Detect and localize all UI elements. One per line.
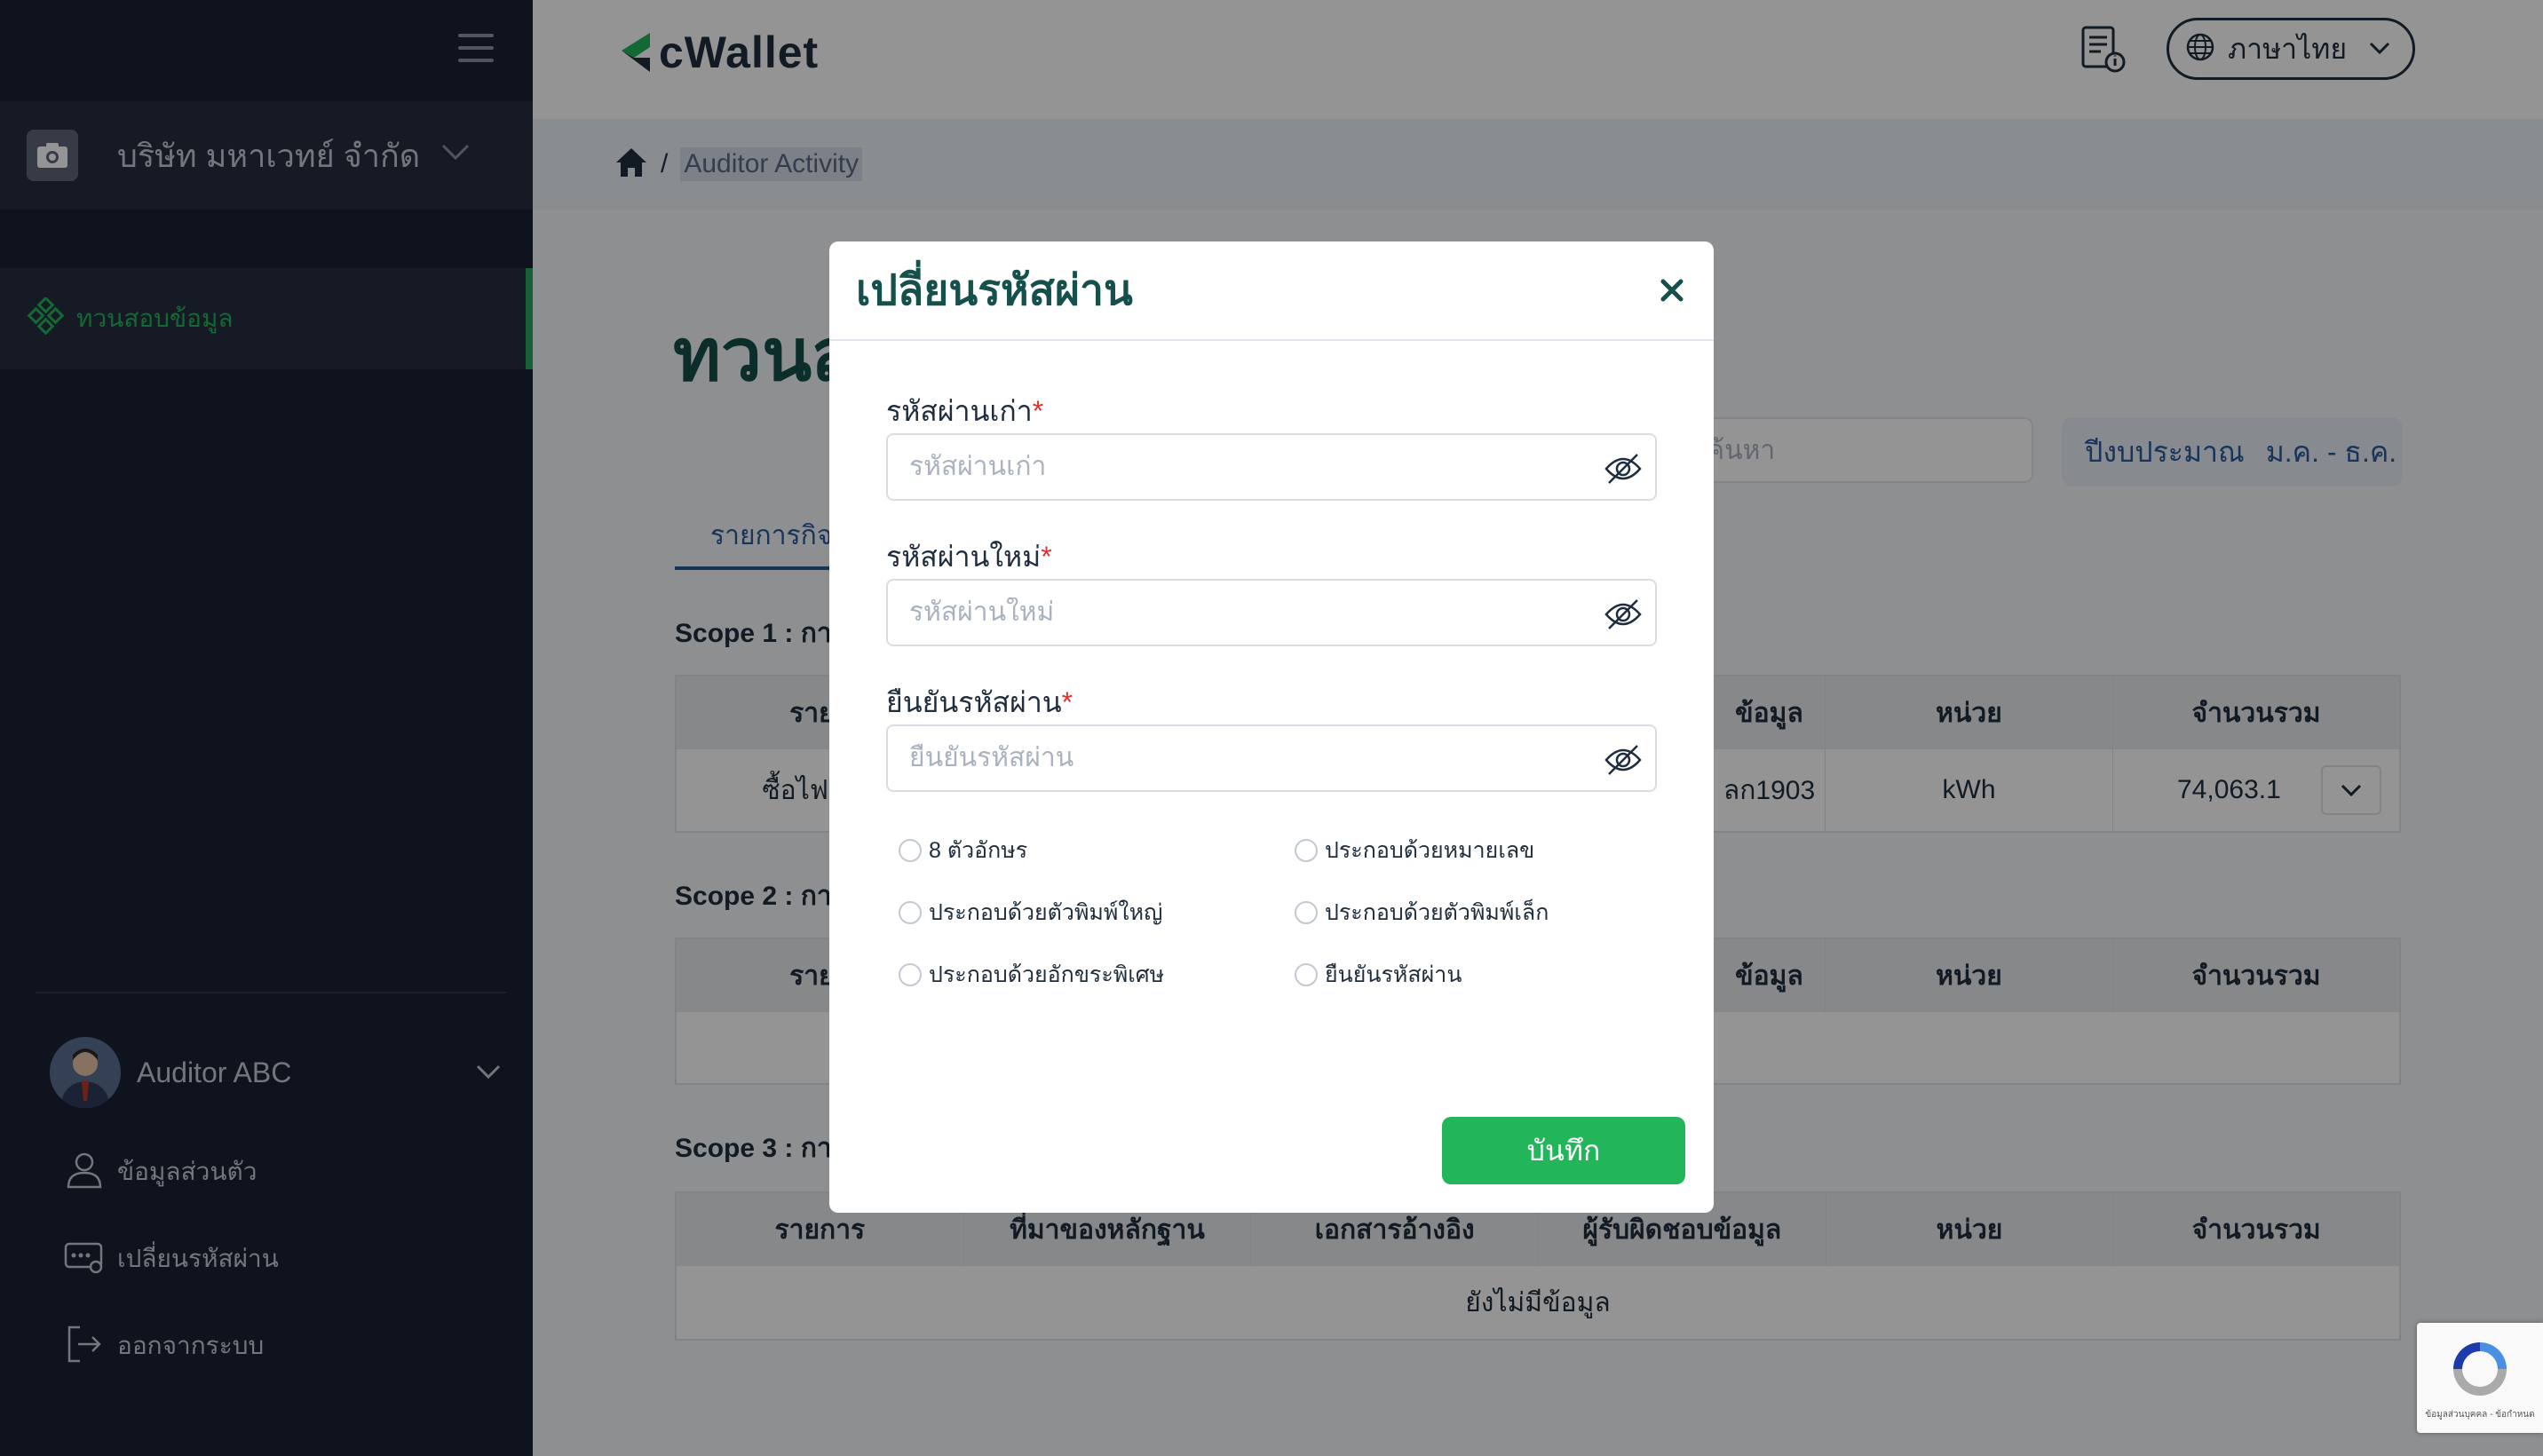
radio-circle-icon	[899, 839, 922, 862]
change-password-modal: เปลี่ยนรหัสผ่าน รหัสผ่านเก่า* รหัสผ่านให…	[829, 241, 1714, 1213]
new-password-label: รหัสผ่านใหม่*	[886, 541, 1052, 573]
rule-passwords-match: ยืนยันรหัสผ่าน	[1295, 957, 1462, 993]
close-icon[interactable]	[1652, 270, 1692, 311]
old-password-input[interactable]	[909, 452, 1584, 482]
eye-off-icon[interactable]	[1604, 597, 1643, 637]
eye-off-icon[interactable]	[1604, 451, 1643, 491]
rule-has-uppercase: ประกอบด้วยตัวพิมพ์ใหญ่	[899, 895, 1162, 930]
radio-circle-icon	[899, 901, 922, 924]
recaptcha-text: ข้อมูลส่วนบุคคล - ข้อกำหนด	[2425, 1409, 2535, 1420]
modal-title: เปลี่ยนรหัสผ่าน	[856, 267, 1133, 314]
confirm-password-label: ยืนยันรหัสผ่าน*	[886, 686, 1073, 718]
rule-has-lowercase: ประกอบด้วยตัวพิมพ์เล็ก	[1295, 895, 1549, 930]
confirm-password-field[interactable]	[886, 724, 1657, 792]
modal-header: เปลี่ยนรหัสผ่าน	[829, 241, 1714, 341]
rule-min-length: 8 ตัวอักษร	[899, 833, 1027, 868]
old-password-label: รหัสผ่านเก่า*	[886, 395, 1044, 427]
radio-circle-icon	[1295, 901, 1318, 924]
radio-circle-icon	[1295, 963, 1318, 986]
new-password-field[interactable]	[886, 579, 1657, 646]
save-button[interactable]: บันทึก	[1442, 1117, 1685, 1184]
rule-has-number: ประกอบด้วยหมายเลข	[1295, 833, 1534, 868]
radio-circle-icon	[1295, 839, 1318, 862]
recaptcha-badge[interactable]: ข้อมูลส่วนบุคคล - ข้อกำหนด	[2417, 1323, 2543, 1433]
radio-circle-icon	[899, 963, 922, 986]
rule-has-special-char: ประกอบด้วยอักขระพิเศษ	[899, 957, 1164, 993]
eye-off-icon[interactable]	[1604, 742, 1643, 782]
old-password-field[interactable]	[886, 433, 1657, 501]
recaptcha-icon	[2453, 1341, 2507, 1396]
new-password-input[interactable]	[909, 597, 1584, 628]
confirm-password-input[interactable]	[909, 743, 1584, 773]
